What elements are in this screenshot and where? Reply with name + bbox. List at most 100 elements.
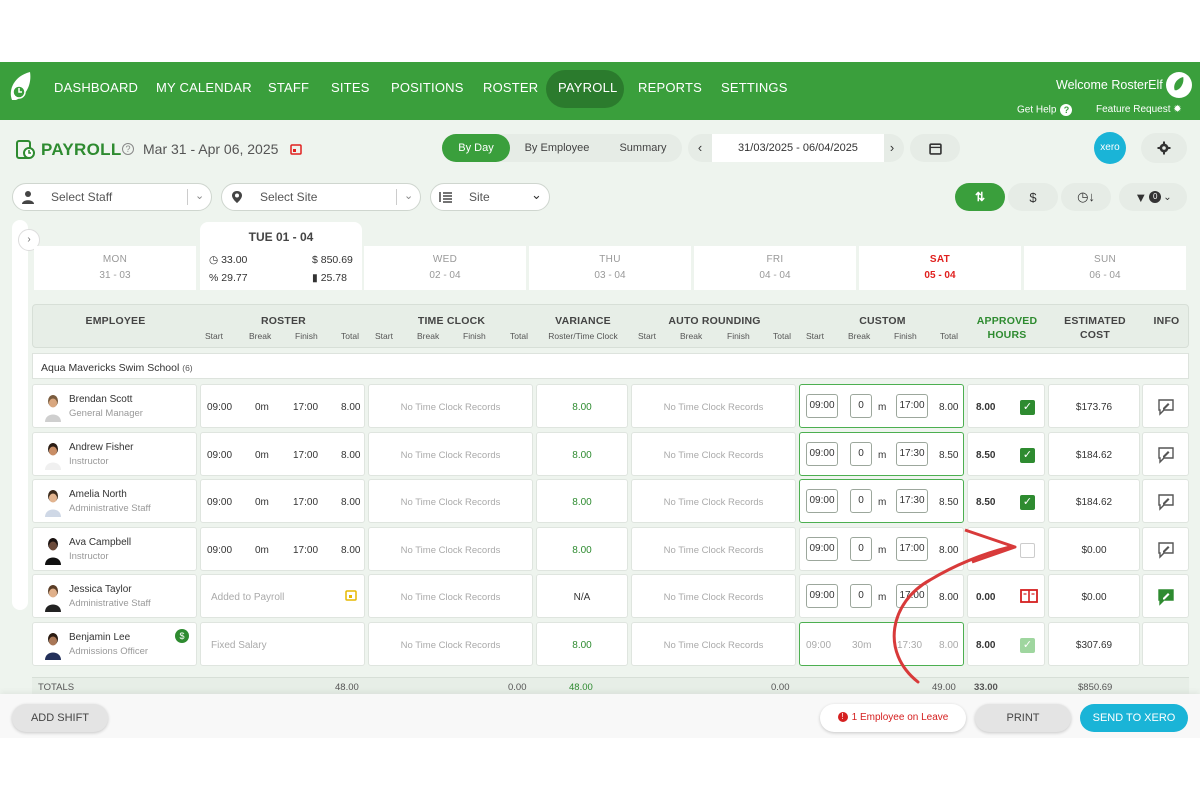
roster-cell[interactable]: 09:00 0m 17:00 8.00 — [200, 527, 365, 571]
approved-cell[interactable]: 8.50 ✓ — [967, 432, 1045, 476]
employee-cell[interactable]: Jessica Taylor Administrative Staff — [32, 574, 197, 618]
custom-finish-input[interactable]: 17:00 — [896, 584, 928, 608]
roster-cell[interactable]: 09:00 0m 17:00 8.00 — [200, 432, 365, 476]
comment-icon[interactable] — [1157, 493, 1175, 511]
site-select[interactable]: Select Site ⌄ — [221, 183, 421, 211]
roster-cell[interactable]: Fixed Salary — [200, 622, 365, 666]
comment-icon[interactable] — [1157, 398, 1175, 416]
roster-cell[interactable]: 09:00 0m 17:00 8.00 — [200, 384, 365, 428]
leave-alert-button[interactable]: ! 1 Employee on Leave — [820, 704, 966, 732]
custom-cell[interactable]: 09:00 0 m 17:00 8.00 — [799, 527, 964, 571]
filter-button[interactable]: ▼ 0 ⌄ — [1119, 183, 1187, 211]
next-week-button[interactable]: › — [880, 134, 904, 162]
approve-checkbox[interactable]: ✓ — [1020, 638, 1035, 653]
site-group-header[interactable]: Aqua Mavericks Swim School (6) — [32, 353, 1189, 379]
calendar-button[interactable] — [910, 134, 960, 162]
tab-by-employee[interactable]: By Employee — [514, 134, 600, 162]
approved-cell[interactable]: 0.00 — [967, 574, 1045, 618]
custom-cell[interactable]: 09:00 0 m 17:30 8.50 — [799, 432, 964, 476]
custom-break-input[interactable]: 0 — [850, 394, 872, 418]
custom-break-input[interactable]: 0 — [850, 584, 872, 608]
day-tab-sun[interactable]: SUN 06 - 04 — [1024, 246, 1186, 290]
employee-cell[interactable]: Ava Campbell Instructor — [32, 527, 197, 571]
nav-payroll[interactable]: PAYROLL — [558, 80, 617, 95]
time-clock-cell[interactable]: No Time Clock Records — [368, 479, 533, 523]
roster-cell[interactable]: Added to Payroll — [200, 574, 365, 618]
time-clock-cell[interactable]: No Time Clock Records — [368, 432, 533, 476]
help-icon[interactable]: ? — [122, 143, 134, 155]
day-tab-tue-active[interactable]: TUE 01 - 04 ◷ 33.00 $ 850.69 % 29.77 ▮ 2… — [200, 222, 362, 290]
time-clock-cell[interactable]: No Time Clock Records — [368, 574, 533, 618]
date-range-field[interactable]: 31/03/2025 - 06/04/2025 — [712, 134, 884, 162]
rosterelf-logo-icon[interactable] — [8, 70, 34, 108]
approved-cell[interactable]: 8.00 ✓ — [967, 622, 1045, 666]
approved-cell[interactable]: 8.00 ✓ — [967, 384, 1045, 428]
custom-cell[interactable]: 09:00 0 m 17:30 8.50 — [799, 479, 964, 523]
custom-cell[interactable]: 09:00 0 m 17:00 8.00 — [799, 574, 964, 618]
day-tab-thu[interactable]: THU 03 - 04 — [529, 246, 691, 290]
staff-select[interactable]: Select Staff ⌄ — [12, 183, 212, 211]
nav-roster[interactable]: ROSTER — [483, 80, 538, 95]
info-cell[interactable] — [1142, 574, 1189, 618]
day-tab-fri[interactable]: FRI 04 - 04 — [694, 246, 856, 290]
custom-break-input[interactable]: 0 — [850, 489, 872, 513]
approved-cell[interactable]: 8.50 ✓ — [967, 479, 1045, 523]
get-help-link[interactable]: Get Help? — [1017, 104, 1073, 116]
info-cell[interactable] — [1142, 432, 1189, 476]
employee-cell[interactable]: Andrew Fisher Instructor — [32, 432, 197, 476]
employee-cell[interactable]: Benjamin Lee Admissions Officer $ — [32, 622, 197, 666]
print-button[interactable]: PRINT — [975, 704, 1071, 732]
time-clock-cell[interactable]: No Time Clock Records — [368, 527, 533, 571]
approve-checkbox[interactable]: ✓ — [1020, 448, 1035, 463]
nav-my-calendar[interactable]: MY CALENDAR — [156, 80, 252, 95]
approve-checkbox[interactable] — [1020, 543, 1035, 558]
custom-start-input[interactable]: 09:00 — [806, 584, 838, 608]
auto-rounding-cell[interactable]: No Time Clock Records — [631, 574, 796, 618]
tab-by-day[interactable]: By Day — [442, 134, 510, 162]
tab-summary[interactable]: Summary — [604, 134, 682, 162]
day-tab-mon[interactable]: MON 31 - 03 — [34, 246, 196, 290]
auto-rounding-cell[interactable]: No Time Clock Records — [631, 384, 796, 428]
approve-checkbox[interactable]: ✓ — [1020, 400, 1035, 415]
custom-start-input[interactable]: 09:00 — [806, 489, 838, 513]
comment-icon[interactable] — [1157, 541, 1175, 559]
comment-icon[interactable] — [1157, 446, 1175, 464]
nav-settings[interactable]: SETTINGS — [721, 80, 788, 95]
auto-rounding-cell[interactable]: No Time Clock Records — [631, 527, 796, 571]
info-cell[interactable] — [1142, 479, 1189, 523]
nav-sites[interactable]: SITES — [331, 80, 370, 95]
info-cell[interactable] — [1142, 384, 1189, 428]
account-avatar[interactable] — [1166, 72, 1192, 98]
info-cell[interactable] — [1142, 527, 1189, 571]
employee-cell[interactable]: Brendan Scott General Manager — [32, 384, 197, 428]
calendar-red-icon[interactable] — [290, 143, 302, 155]
day-tab-wed[interactable]: WED 02 - 04 — [364, 246, 526, 290]
custom-start-input[interactable]: 09:00 — [806, 537, 838, 561]
custom-start-input[interactable]: 09:00 — [806, 442, 838, 466]
time-clock-cell[interactable]: No Time Clock Records — [368, 384, 533, 428]
custom-finish-input[interactable]: 17:30 — [896, 489, 928, 513]
custom-finish-input[interactable]: 17:00 — [896, 537, 928, 561]
custom-start-input[interactable]: 09:00 — [806, 394, 838, 418]
custom-break-input[interactable]: 0 — [850, 537, 872, 561]
cost-toggle-button[interactable]: $ — [1008, 183, 1058, 211]
nav-dashboard[interactable]: DASHBOARD — [54, 80, 138, 95]
group-by-select[interactable]: Site ⌄ — [430, 183, 550, 211]
nav-reports[interactable]: REPORTS — [638, 80, 702, 95]
leave-book-icon[interactable] — [1020, 588, 1038, 603]
employee-cell[interactable]: Amelia North Administrative Staff — [32, 479, 197, 523]
auto-rounding-cell[interactable]: No Time Clock Records — [631, 479, 796, 523]
feature-request-link[interactable]: Feature Request ✹ — [1096, 104, 1182, 115]
sort-button[interactable]: ⇅ — [955, 183, 1005, 211]
custom-break-input[interactable]: 0 — [850, 442, 872, 466]
add-shift-button[interactable]: ADD SHIFT — [12, 704, 108, 732]
settings-button[interactable] — [1141, 133, 1187, 163]
nav-positions[interactable]: POSITIONS — [391, 80, 464, 95]
comment-icon[interactable] — [1157, 588, 1175, 606]
day-tab-sat[interactable]: SAT 05 - 04 — [859, 246, 1021, 290]
time-sort-button[interactable]: ◷↓ — [1061, 183, 1111, 211]
approve-checkbox[interactable]: ✓ — [1020, 495, 1035, 510]
custom-finish-input[interactable]: 17:00 — [896, 394, 928, 418]
custom-cell[interactable]: 09:00 30m 17:30 8.00 — [799, 622, 964, 666]
time-clock-cell[interactable]: No Time Clock Records — [368, 622, 533, 666]
